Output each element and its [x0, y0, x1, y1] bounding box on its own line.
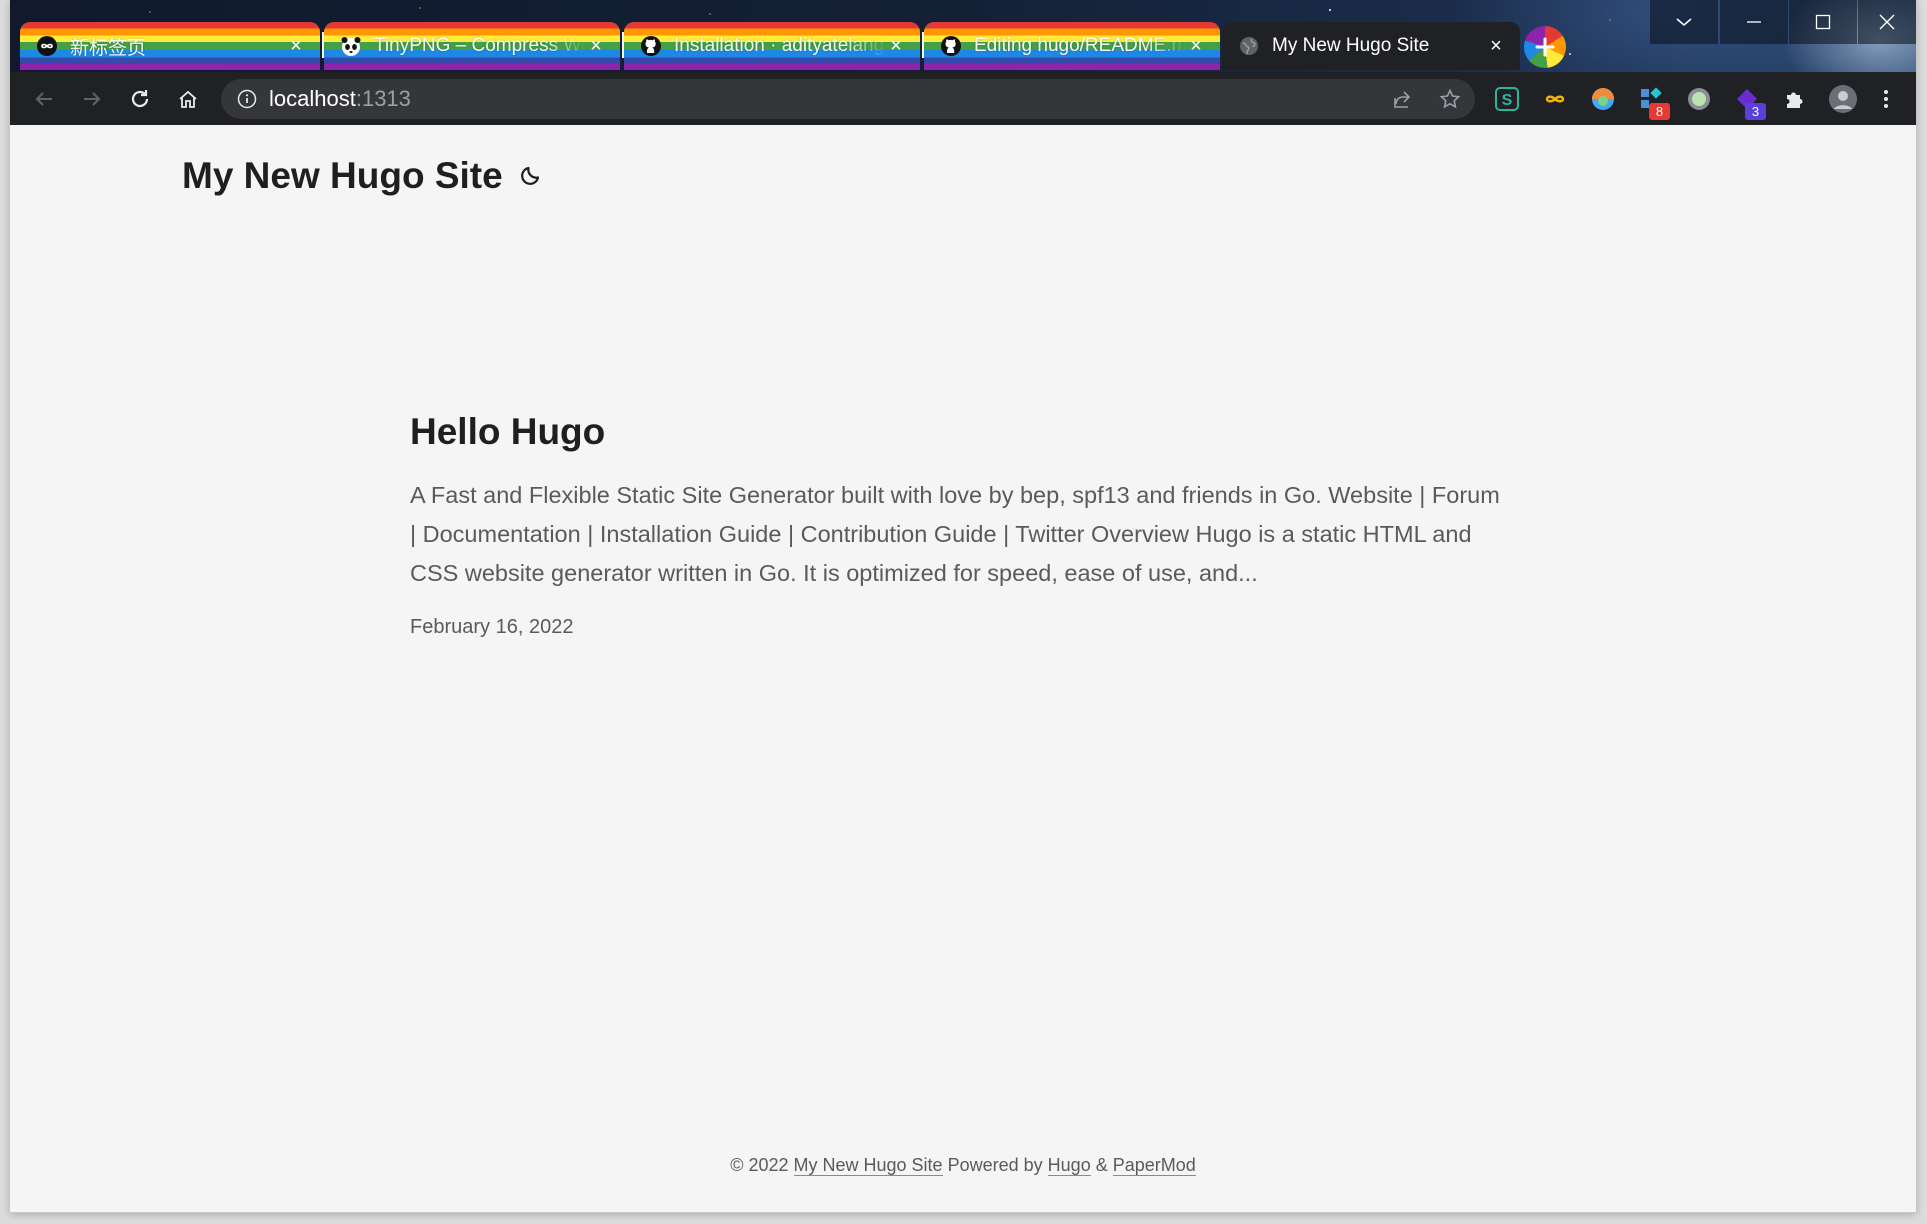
- moon-icon: [521, 166, 540, 185]
- tab-installation[interactable]: Installation · adityatelange/hugo-PaperM…: [624, 22, 920, 70]
- post-date: February 16, 2022: [410, 616, 574, 638]
- github-icon: [640, 35, 662, 57]
- github-icon: [940, 35, 962, 57]
- back-button[interactable]: [27, 82, 61, 116]
- reload-button[interactable]: [123, 82, 157, 116]
- extension-badge: 8: [1649, 103, 1670, 120]
- maximize-button[interactable]: [1789, 0, 1857, 44]
- circle-extension-icon[interactable]: [1684, 84, 1714, 114]
- footer-ampersand: &: [1095, 1155, 1108, 1175]
- home-icon: [179, 90, 197, 108]
- globe-icon: [1238, 35, 1260, 57]
- tab-new-tab[interactable]: 新标签页 ×: [20, 22, 320, 70]
- extension-badge: 3: [1745, 103, 1766, 120]
- tab-my-new-hugo-site[interactable]: My New Hugo Site ×: [1222, 22, 1520, 70]
- tab-title: TinyPNG – Compress WebP, PNG and JPEG: [374, 35, 586, 56]
- footer-theme-link[interactable]: PaperMod: [1112, 1155, 1196, 1176]
- close-icon: [1879, 14, 1895, 30]
- post-title[interactable]: Hello Hugo: [410, 411, 605, 453]
- new-tab-button[interactable]: [1524, 26, 1566, 68]
- address-bar[interactable]: localhost:1313: [221, 79, 1475, 119]
- puzzle-icon[interactable]: [1780, 84, 1810, 114]
- footer-hugo-link[interactable]: Hugo: [1047, 1155, 1091, 1176]
- site-title-link[interactable]: My New Hugo Site: [182, 155, 503, 197]
- minimize-icon: [1747, 21, 1761, 23]
- tab-title: Editing hugo/README.md: [974, 35, 1186, 56]
- infinity-extension-icon[interactable]: [1540, 84, 1570, 114]
- close-window-button[interactable]: [1858, 0, 1916, 44]
- tab-search-button[interactable]: [1650, 0, 1718, 44]
- page-content: My New Hugo Site Hello Hugo A Fast and F…: [10, 125, 1916, 1212]
- avatar[interactable]: [1828, 84, 1858, 114]
- post-summary: A Fast and Flexible Static Site Generato…: [410, 482, 1500, 586]
- close-icon[interactable]: ×: [886, 35, 906, 57]
- info-icon[interactable]: [237, 89, 257, 109]
- footer: © 2022 My New Hugo Site Powered by Hugo …: [10, 1155, 1916, 1176]
- url-text[interactable]: localhost:1313: [269, 86, 411, 112]
- tab-title: Installation · adityatelange/hugo-PaperM…: [674, 35, 886, 56]
- star-icon[interactable]: [1439, 88, 1461, 110]
- reload-icon: [131, 90, 149, 108]
- browser-window: 新标签页 × TinyPNG – Compress WebP, PNG and …: [10, 0, 1916, 1212]
- tab-title: 新标签页: [70, 37, 147, 59]
- close-icon[interactable]: ×: [1486, 35, 1506, 57]
- infinity-icon: [36, 35, 58, 57]
- minimize-button[interactable]: [1720, 0, 1788, 44]
- url-port: :1313: [355, 86, 411, 111]
- close-icon[interactable]: ×: [1186, 35, 1206, 57]
- footer-site-link[interactable]: My New Hugo Site: [793, 1155, 943, 1176]
- close-icon[interactable]: ×: [586, 35, 606, 57]
- url-host: localhost: [269, 86, 356, 111]
- share-icon[interactable]: [1391, 88, 1413, 110]
- diamond-extension-icon[interactable]: 3: [1732, 84, 1766, 120]
- forward-button[interactable]: [75, 82, 109, 116]
- tab-tinypng[interactable]: TinyPNG – Compress WebP, PNG and JPEG ×: [324, 22, 620, 70]
- tab-editing-readme[interactable]: Editing hugo/README.md ×: [924, 22, 1220, 70]
- tab-title: My New Hugo Site: [1272, 35, 1430, 56]
- color-extension-icon[interactable]: [1588, 84, 1618, 114]
- browser-toolbar: localhost:1313 S 8 3: [10, 72, 1916, 125]
- apps-extension-icon[interactable]: 8: [1636, 84, 1670, 120]
- chevron-down-icon: [1676, 18, 1692, 26]
- arrow-left-icon: [35, 92, 52, 106]
- footer-copyright: © 2022: [730, 1155, 789, 1175]
- maximize-icon: [1815, 14, 1831, 30]
- panda-icon: [340, 35, 362, 57]
- theme-toggle-button[interactable]: [515, 159, 547, 191]
- arrow-right-icon: [84, 92, 101, 106]
- close-icon[interactable]: ×: [286, 35, 306, 57]
- svg-text:S: S: [1502, 92, 1513, 109]
- plus-icon: [1535, 37, 1555, 57]
- tab-strip: 新标签页 × TinyPNG – Compress WebP, PNG and …: [10, 0, 1916, 72]
- home-button[interactable]: [171, 82, 205, 116]
- menu-icon[interactable]: [1876, 84, 1896, 114]
- footer-powered-by: Powered by: [947, 1155, 1043, 1175]
- extension-s-icon[interactable]: S: [1492, 84, 1522, 114]
